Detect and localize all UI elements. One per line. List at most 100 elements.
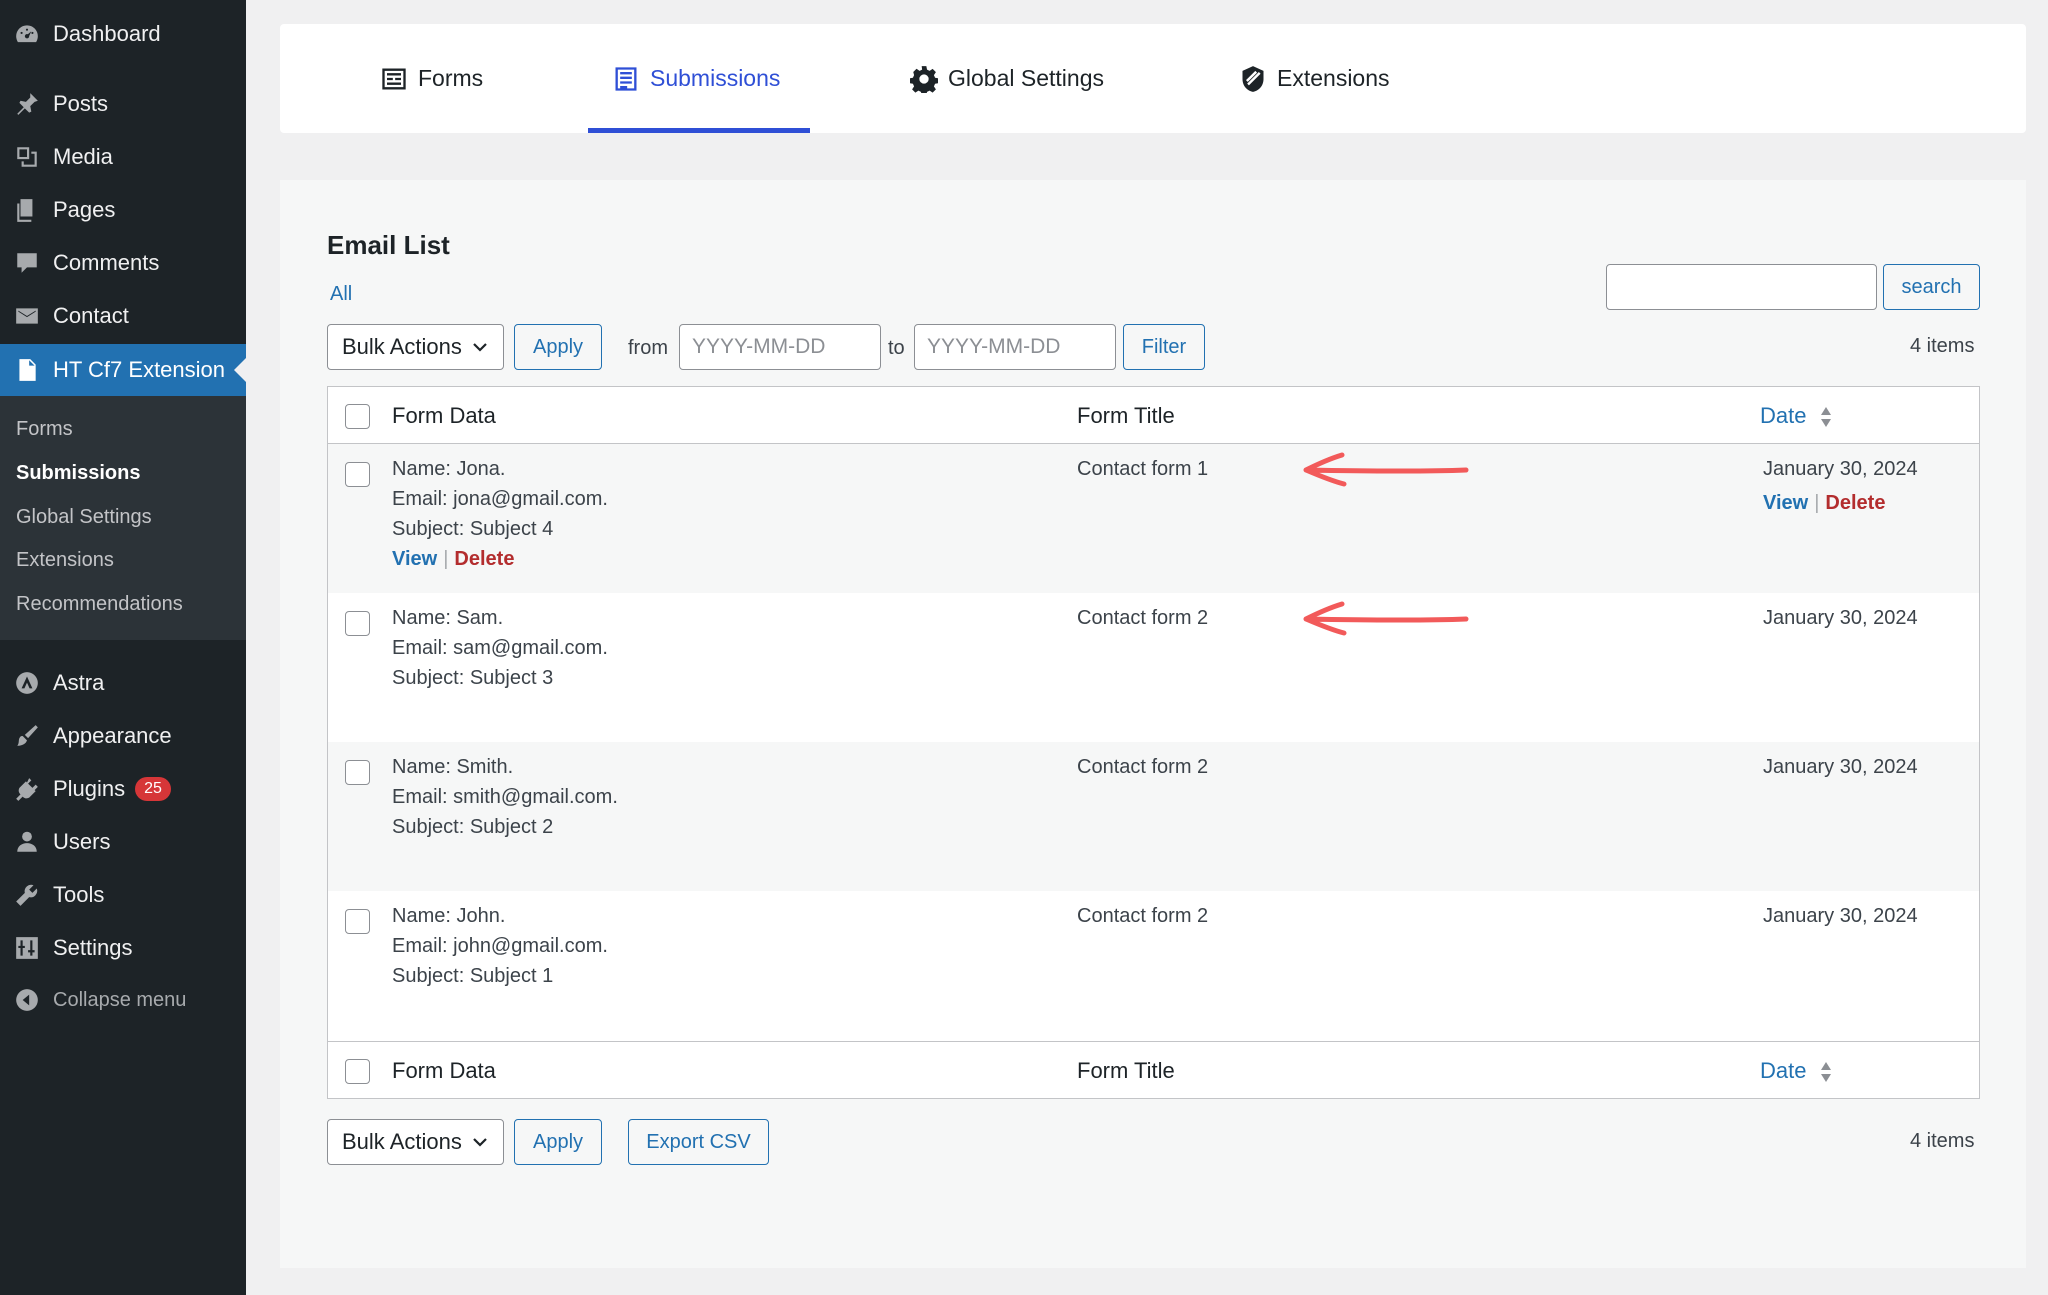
menu-label: Users (53, 829, 111, 854)
column-form-title: Form Title (1077, 1058, 1175, 1083)
submission-subject: Subject: Subject 1 (392, 965, 554, 987)
submenu-forms[interactable]: Forms (16, 418, 73, 441)
column-date-sortable[interactable]: Date (1760, 403, 1833, 429)
tab-extensions[interactable]: Extensions (1215, 24, 1414, 133)
column-form-data: Form Data (392, 1058, 496, 1083)
bulk-actions-select-bottom[interactable]: Bulk Actions (327, 1119, 504, 1165)
menu-item-comments[interactable]: Comments (0, 237, 246, 289)
column-date-label: Date (1760, 1058, 1807, 1083)
menu-item-plugins[interactable]: Plugins 25 (0, 763, 246, 815)
menu-item-appearance[interactable]: Appearance (0, 710, 246, 762)
sort-icon (1820, 1062, 1831, 1083)
submission-subject: Subject: Subject 2 (392, 816, 554, 838)
delete-link[interactable]: Delete (1825, 492, 1885, 514)
to-date-input[interactable]: YYYY-MM-DD (914, 324, 1116, 370)
column-date-label: Date (1760, 403, 1807, 428)
menu-label: Comments (53, 250, 160, 275)
submission-subject: Subject: Subject 4 (392, 518, 554, 540)
search-button[interactable]: search (1883, 264, 1980, 310)
row-checkbox[interactable] (345, 611, 370, 636)
row-checkbox[interactable] (345, 462, 370, 487)
menu-item-astra[interactable]: Astra (0, 657, 246, 709)
menu-item-users[interactable]: Users (0, 816, 246, 868)
page-title: Email List (327, 230, 450, 260)
table-row: Name: Smith. Email: smith@gmail.com. Sub… (328, 742, 1979, 891)
tab-label: Extensions (1277, 65, 1390, 91)
submissions-table: Form Data Form Title Date Name: Jona. Em… (327, 386, 1980, 1099)
brush-icon (0, 723, 53, 749)
plug-icon (0, 776, 53, 802)
search-input[interactable] (1606, 264, 1877, 310)
table-footer: Form Data Form Title Date (328, 1041, 1979, 1098)
submission-email: Email: sam@gmail.com. (392, 637, 608, 659)
menu-item-media[interactable]: Media (0, 131, 246, 183)
delete-link[interactable]: Delete (454, 548, 514, 570)
bulk-actions-select[interactable]: Bulk Actions (327, 324, 504, 370)
tab-forms[interactable]: Forms (356, 24, 507, 133)
filter-button[interactable]: Filter (1123, 324, 1205, 370)
media-icon (0, 144, 53, 170)
from-label: from (628, 337, 668, 359)
export-csv-button[interactable]: Export CSV (628, 1119, 769, 1165)
form-data-cell: Name: Jona. Email: jona@gmail.com. Subje… (392, 454, 608, 574)
table-row: Name: John. Email: john@gmail.com. Subje… (328, 891, 1979, 1040)
apply-button[interactable]: Apply (514, 324, 602, 370)
submenu-recommendations[interactable]: Recommendations (16, 593, 183, 616)
collapse-menu-button[interactable]: Collapse menu (0, 974, 246, 1026)
chevron-down-icon (473, 1138, 487, 1147)
apply-button-bottom[interactable]: Apply (514, 1119, 602, 1165)
menu-label: Pages (53, 197, 116, 222)
menu-label: Settings (53, 935, 133, 960)
select-all-checkbox[interactable] (345, 404, 370, 429)
annotation-arrow (1303, 601, 1469, 636)
from-date-input[interactable]: YYYY-MM-DD (679, 324, 881, 370)
action-separator: | (1814, 492, 1820, 514)
submenu-extensions[interactable]: Extensions (16, 549, 114, 572)
view-link[interactable]: View (1763, 492, 1808, 514)
menu-label: Collapse menu (53, 988, 187, 1011)
form-data-cell: Name: Sam. Email: sam@gmail.com. Subject… (392, 603, 608, 693)
menu-item-tools[interactable]: Tools (0, 869, 246, 921)
menu-item-pages[interactable]: Pages (0, 184, 246, 236)
form-title-cell: Contact form 1 (1077, 458, 1209, 480)
dashboard-icon (0, 21, 53, 47)
menu-item-ht-cf7-extension[interactable]: HT Cf7 Extension (0, 344, 246, 396)
menu-item-dashboard[interactable]: Dashboard (0, 8, 246, 60)
submission-email: Email: smith@gmail.com. (392, 786, 618, 808)
submission-name: Name: Jona. (392, 458, 506, 480)
to-label: to (888, 337, 905, 359)
sort-icon (1820, 407, 1831, 428)
collapse-icon (0, 987, 53, 1013)
tab-submissions[interactable]: Submissions (588, 24, 810, 133)
table-row: Name: Jona. Email: jona@gmail.com. Subje… (328, 444, 1979, 593)
tab-global-settings[interactable]: Global Settings (886, 24, 1128, 133)
tab-label: Submissions (650, 65, 781, 91)
date-cell: January 30, 2024 View | Delete (1763, 454, 1918, 518)
bulk-actions-value: Bulk Actions (342, 334, 462, 359)
column-form-title: Form Title (1077, 403, 1175, 428)
menu-item-settings[interactable]: Settings (0, 922, 246, 974)
submenu-global-settings[interactable]: Global Settings (16, 506, 152, 529)
submission-date: January 30, 2024 (1763, 756, 1918, 778)
menu-label: Astra (53, 670, 105, 695)
submission-name: Name: Smith. (392, 756, 514, 778)
submenu: Forms Submissions Global Settings Extens… (0, 396, 246, 640)
select-all-checkbox[interactable] (345, 1059, 370, 1084)
column-date-sortable[interactable]: Date (1760, 1058, 1833, 1084)
menu-label: Contact (53, 303, 129, 328)
submission-email: Email: jona@gmail.com. (392, 488, 608, 510)
menu-item-posts[interactable]: Posts (0, 78, 246, 130)
row-checkbox[interactable] (345, 909, 370, 934)
table-row: Name: Sam. Email: sam@gmail.com. Subject… (328, 593, 1979, 742)
submenu-submissions[interactable]: Submissions (16, 462, 140, 485)
menu-label: Plugins (53, 776, 126, 801)
date-row-actions: View | Delete (1763, 488, 1918, 518)
submission-date: January 30, 2024 (1763, 607, 1918, 629)
submission-name: Name: John. (392, 905, 506, 927)
tab-label: Forms (418, 65, 484, 91)
row-checkbox[interactable] (345, 760, 370, 785)
menu-item-contact[interactable]: Contact (0, 290, 246, 342)
view-link[interactable]: View (392, 548, 437, 570)
filter-all-link[interactable]: All (330, 283, 352, 306)
submission-date: January 30, 2024 (1763, 905, 1918, 927)
